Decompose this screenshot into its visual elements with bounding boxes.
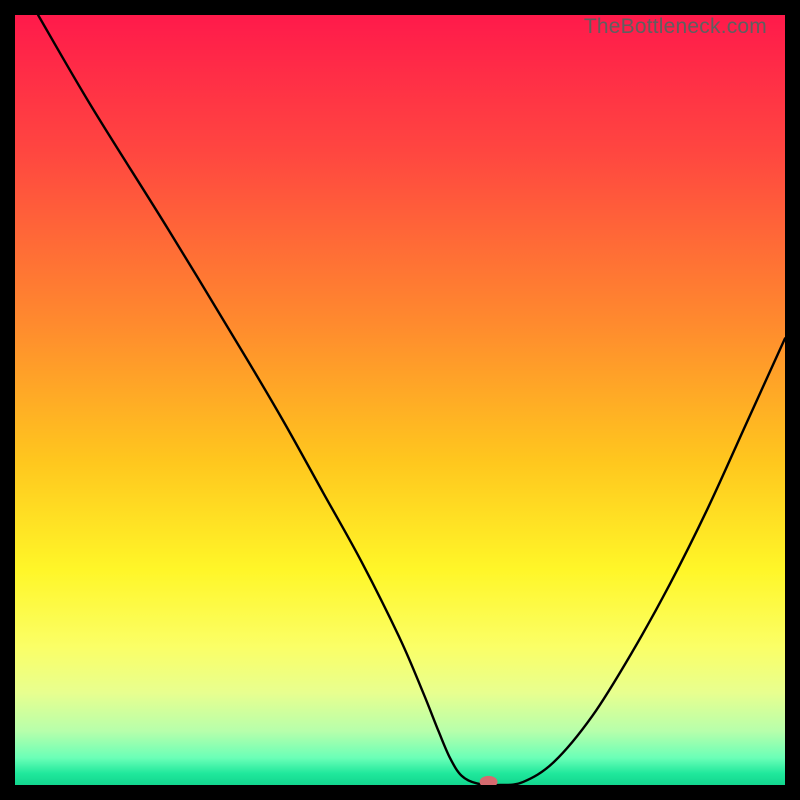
bottleneck-chart	[15, 15, 785, 785]
gradient-background	[15, 15, 785, 785]
chart-frame: TheBottleneck.com	[15, 15, 785, 785]
watermark-text: TheBottleneck.com	[584, 15, 767, 39]
